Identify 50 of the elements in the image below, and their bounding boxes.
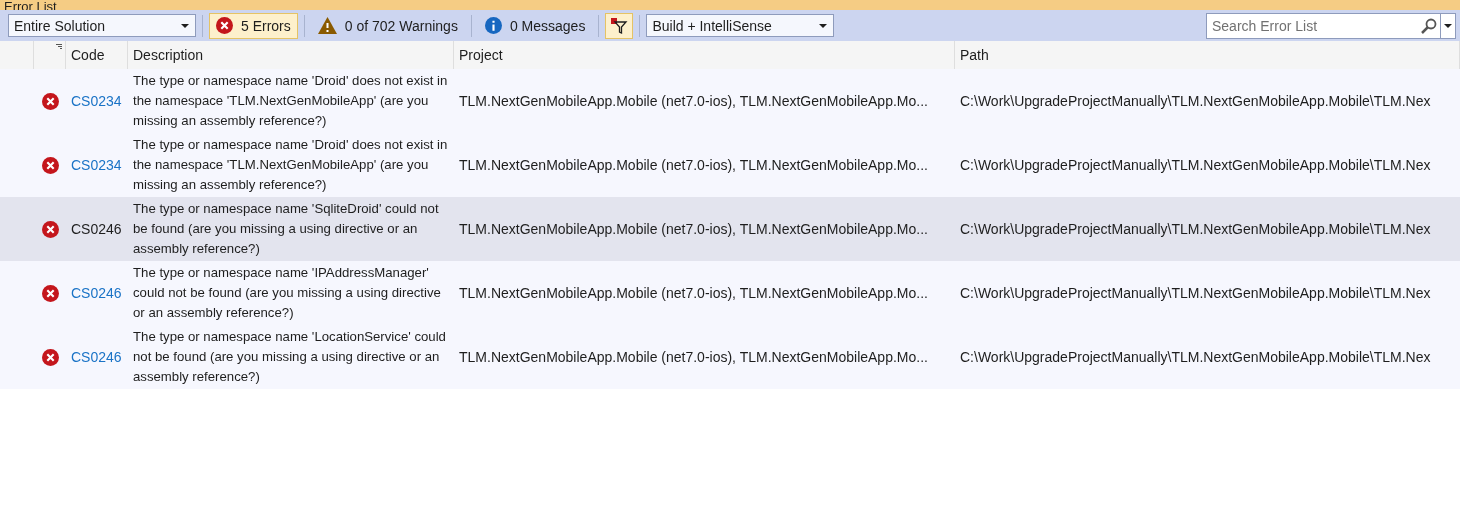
table-row[interactable]	[0, 133, 1460, 197]
error-code-link[interactable]: CS0234	[71, 155, 122, 175]
sort-icon	[56, 44, 62, 50]
filter-icon	[610, 16, 629, 35]
project-name: TLM.NextGenMobileApp.Mobile (net7.0-ios), TLM.NextGenMobileApp.Mo...	[459, 156, 928, 175]
file-path: C:\Work\UpgradeProjectManually\TLM.NextGenMobileApp.Mobile\TLM.Nex	[960, 348, 1431, 367]
warnings-filter-button[interactable]: 0 of 702 Warnings	[310, 12, 465, 39]
project-name: TLM.NextGenMobileApp.Mobile (net7.0-ios), TLM.NextGenMobileApp.Mo...	[459, 348, 928, 367]
error-icon	[41, 348, 59, 366]
column-header[interactable]: Code	[66, 41, 128, 69]
search-icon	[1421, 17, 1437, 34]
info-icon	[484, 17, 502, 34]
error-code-link[interactable]: CS0246	[71, 347, 122, 367]
search-box[interactable]: Search Error List	[1206, 12, 1456, 39]
messages-filter-button[interactable]: 0 Messages	[477, 12, 593, 39]
error-description: The type or namespace name 'LocationService' could not be found (are you missing a using directive or an assembly reference?)	[133, 329, 446, 384]
error-description: The type or namespace name 'IPAddressManager' could not be found (are you missing a using directive or an assembly reference?)	[133, 265, 441, 320]
error-description: The type or namespace name 'SqliteDroid' could not be found (are you missing a using directive or an assembly reference?)	[133, 201, 439, 256]
error-icon	[216, 17, 233, 34]
project-name: TLM.NextGenMobileApp.Mobile (net7.0-ios), TLM.NextGenMobileApp.Mo...	[459, 92, 928, 111]
error-description: The type or namespace name 'Droid' does not exist in the namespace 'TLM.NextGenMobileApp' (are you missing an assembly reference?)	[133, 137, 448, 192]
source-dropdown[interactable]: Build + IntelliSense	[646, 14, 835, 37]
caret-icon	[181, 23, 189, 28]
file-path: C:\Work\UpgradeProjectManually\TLM.NextGenMobileApp.Mobile\TLM.Nex	[960, 284, 1431, 303]
error-icon	[41, 92, 59, 110]
column-header[interactable]: Path	[955, 41, 1460, 69]
error-description: The type or namespace name 'Droid' does not exist in the namespace 'TLM.NextGenMobileApp' (are you missing an assembly reference?)	[133, 73, 448, 128]
table-row[interactable]	[0, 197, 1460, 261]
warning-icon	[317, 17, 337, 34]
error-icon	[41, 284, 59, 302]
column-header[interactable]: Description	[128, 41, 454, 69]
file-path: C:\Work\UpgradeProjectManually\TLM.NextGenMobileApp.Mobile\TLM.Nex	[960, 220, 1431, 239]
table-row[interactable]	[0, 261, 1460, 325]
file-path: C:\Work\UpgradeProjectManually\TLM.NextGenMobileApp.Mobile\TLM.Nex	[960, 156, 1431, 175]
errors-filter-button[interactable]: 5 Errors	[209, 12, 298, 39]
filter-button[interactable]	[605, 12, 634, 39]
table-row[interactable]	[0, 69, 1460, 133]
caret-icon	[819, 23, 828, 28]
column-header[interactable]: Project	[454, 41, 955, 69]
project-name: TLM.NextGenMobileApp.Mobile (net7.0-ios), TLM.NextGenMobileApp.Mo...	[459, 284, 928, 303]
table-row[interactable]	[0, 325, 1460, 389]
error-code-link[interactable]: CS0246	[71, 219, 122, 239]
error-icon	[41, 156, 59, 174]
error-code-link[interactable]: CS0234	[71, 91, 122, 111]
error-code-link[interactable]: CS0246	[71, 283, 122, 303]
error-icon	[41, 220, 59, 238]
scope-dropdown[interactable]: Entire Solution	[8, 14, 196, 37]
project-name: TLM.NextGenMobileApp.Mobile (net7.0-ios), TLM.NextGenMobileApp.Mo...	[459, 220, 928, 239]
file-path: C:\Work\UpgradeProjectManually\TLM.NextGenMobileApp.Mobile\TLM.Nex	[960, 92, 1431, 111]
caret-icon[interactable]	[1444, 23, 1452, 28]
